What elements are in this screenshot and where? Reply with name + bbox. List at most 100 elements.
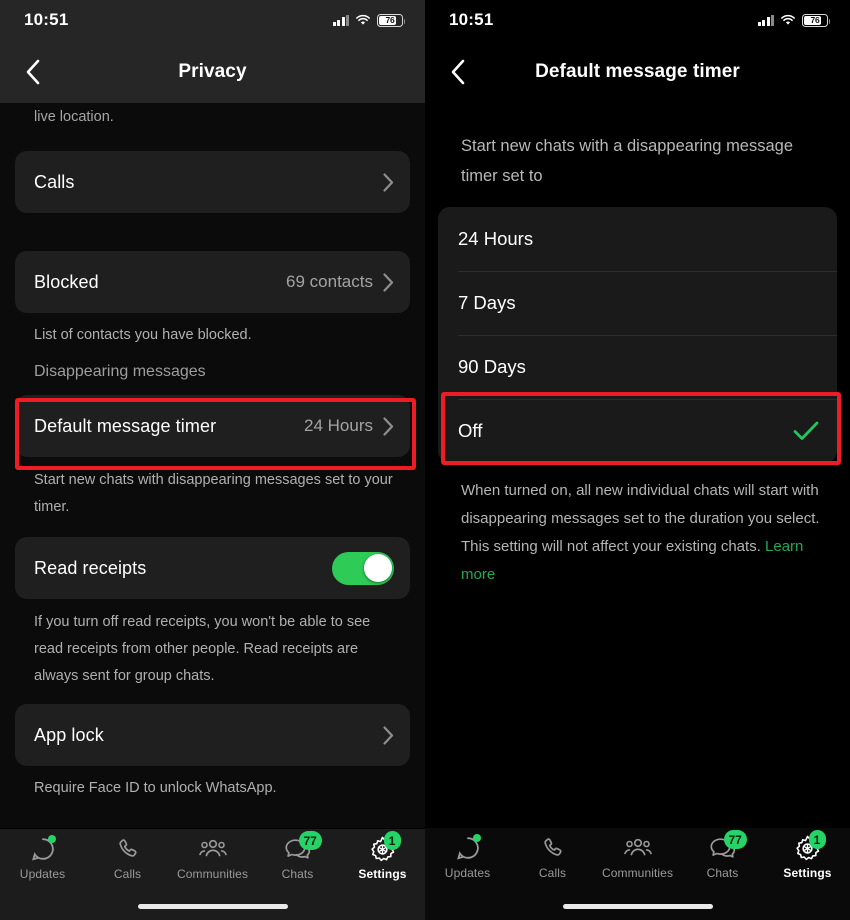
chats-badge: 77 (723, 830, 747, 849)
tab-chats[interactable]: 77 Chats (680, 830, 765, 896)
intro-text: Start new chats with a disappearing mess… (461, 137, 794, 185)
app-lock-card: App lock (15, 704, 410, 766)
back-button[interactable] (435, 40, 479, 103)
page-title: Default message timer (535, 60, 740, 82)
battery-percent: 76 (385, 15, 395, 25)
status-bar-clock: 10:51 (24, 10, 69, 29)
row-label: Default message timer (34, 415, 217, 436)
left-phone-screen: 10:51 76 Privacy live location. Calls Bl… (0, 0, 425, 920)
communities-people-icon (198, 835, 228, 863)
default-message-timer-options: Start new chats with a disappearing mess… (425, 103, 850, 880)
settings-row-default-message-timer[interactable]: Default message timer 24 Hours (15, 395, 410, 457)
option-label: 24 Hours (458, 228, 534, 249)
updates-status-icon (453, 834, 483, 862)
row-value: 24 Hours (304, 416, 373, 435)
tab-bar-left: Updates Calls Communities 77 Chats 1 Set… (0, 828, 425, 920)
read-receipts-footnote: If you turn off read receipts, you won't… (34, 614, 371, 684)
tab-label: Calls (113, 867, 142, 881)
tab-calls[interactable]: Calls (85, 835, 170, 897)
option-24-hours[interactable]: 24 Hours (438, 207, 837, 271)
row-label: App lock (34, 724, 104, 745)
settings-row-app-lock[interactable]: App lock (15, 704, 410, 766)
row-label: Blocked (34, 271, 99, 292)
status-bar-icons: 76 (332, 13, 406, 27)
settings-badge: 1 (808, 830, 826, 849)
blocked-footnote: List of contacts you have blocked. (34, 327, 252, 343)
wifi-icon (781, 14, 795, 25)
nav-bar-left: Privacy (0, 40, 425, 103)
tab-updates[interactable]: Updates (425, 834, 510, 896)
back-button[interactable] (10, 40, 54, 103)
option-7-days[interactable]: 7 Days (438, 271, 837, 335)
tab-label: Chats (281, 867, 314, 881)
tab-communities[interactable]: Communities (170, 835, 255, 897)
option-label: 90 Days (458, 356, 526, 377)
phone-icon (538, 834, 568, 862)
tab-bar-right: Updates Calls Communities 77 Chats 1 Set… (425, 828, 850, 920)
status-bar-right: 10:51 76 (425, 0, 850, 40)
tab-chats[interactable]: 77 Chats (255, 831, 340, 897)
tab-label: Settings (783, 866, 832, 880)
wifi-icon (356, 14, 370, 25)
battery-icon: 76 (377, 13, 406, 27)
phone-icon (113, 835, 143, 863)
chat-bubbles-icon: 77 (283, 831, 322, 863)
updates-status-dot (47, 835, 56, 843)
settings-row-calls[interactable]: Calls (15, 151, 410, 213)
status-bar-left: 10:51 76 (0, 0, 425, 40)
tab-settings[interactable]: 1 Settings (765, 830, 850, 896)
read-receipts-toggle[interactable] (332, 551, 394, 585)
gear-icon: 1 (793, 830, 826, 862)
privacy-settings-list: live location. Calls Blocked 69 contacts (0, 103, 425, 880)
row-label: Read receipts (34, 557, 147, 578)
gear-icon: 1 (368, 831, 401, 863)
blocked-card: Blocked 69 contacts (15, 251, 410, 313)
truncated-footnote: live location. (34, 109, 114, 125)
timer-options-card: 24 Hours 7 Days 90 Days Off (438, 207, 837, 463)
status-bar-icons: 76 (757, 13, 831, 27)
settings-row-read-receipts[interactable]: Read receipts (15, 537, 410, 599)
option-90-days[interactable]: 90 Days (438, 335, 837, 399)
home-indicator[interactable] (562, 904, 713, 909)
chevron-right-icon (383, 725, 394, 745)
dual-screen-comparison: 10:51 76 Privacy live location. Calls Bl… (0, 0, 850, 920)
status-bar-clock: 10:51 (449, 10, 494, 29)
updates-status-dot (472, 834, 481, 842)
cellular-signal-icon (757, 14, 774, 26)
chevron-left-icon (451, 59, 464, 84)
home-indicator[interactable] (137, 904, 288, 909)
tab-label: Updates (444, 866, 491, 880)
chevron-left-icon (26, 59, 39, 84)
app-lock-footnote: Require Face ID to unlock WhatsApp. (34, 780, 277, 796)
updates-status-icon (28, 835, 58, 863)
timer-explanation-footnote: When turned on, all new individual chats… (425, 463, 850, 589)
option-label: Off (458, 420, 483, 441)
read-receipts-card: Read receipts (15, 537, 410, 599)
battery-percent: 76 (810, 15, 820, 25)
nav-bar-right: Default message timer (425, 40, 850, 103)
cellular-signal-icon (332, 14, 349, 26)
tab-label: Calls (538, 866, 567, 880)
right-phone-screen: 10:51 76 Default message timer Start new… (425, 0, 850, 920)
settings-badge: 1 (383, 831, 401, 850)
settings-row-blocked[interactable]: Blocked 69 contacts (15, 251, 410, 313)
row-label: Calls (34, 171, 75, 192)
tab-updates[interactable]: Updates (0, 835, 85, 897)
tab-label: Settings (358, 867, 407, 881)
section-heading-disappearing-messages: Disappearing messages (34, 363, 206, 380)
tab-label: Communities (176, 867, 249, 881)
chat-bubbles-icon: 77 (708, 830, 747, 862)
calls-card: Calls (15, 151, 410, 213)
option-off[interactable]: Off (438, 399, 837, 463)
tab-label: Communities (601, 866, 674, 880)
page-title: Privacy (178, 60, 247, 82)
tab-label: Updates (19, 867, 66, 881)
tab-communities[interactable]: Communities (595, 834, 680, 896)
tab-calls[interactable]: Calls (510, 834, 595, 896)
option-label: 7 Days (458, 292, 516, 313)
tab-label: Chats (706, 866, 739, 880)
battery-icon: 76 (802, 13, 831, 27)
timer-footnote: Start new chats with disappearing messag… (34, 472, 393, 515)
chevron-right-icon (383, 172, 394, 192)
tab-settings[interactable]: 1 Settings (340, 831, 425, 897)
